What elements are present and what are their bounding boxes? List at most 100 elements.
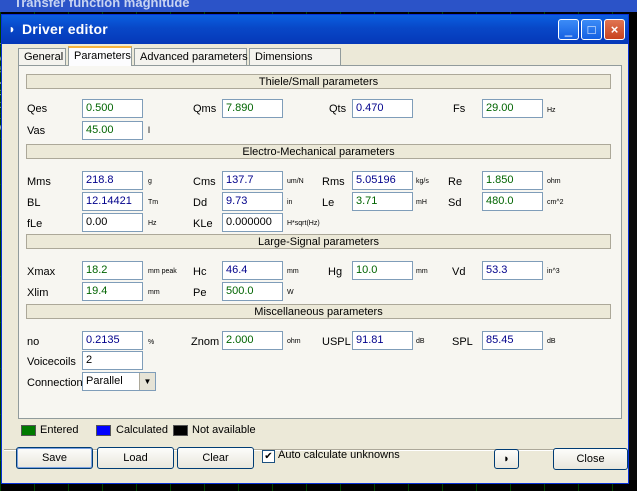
sd-field[interactable]: 480.0 — [482, 192, 543, 211]
tab-general[interactable]: General — [18, 48, 66, 65]
mms-unit: g — [148, 178, 152, 185]
dd-unit: in — [287, 199, 293, 206]
cms-unit: um/N — [287, 178, 304, 185]
sd-label: Sd — [448, 197, 462, 209]
uspl-label: USPL — [322, 336, 351, 348]
tab-advanced-parameters[interactable]: Advanced parameters — [134, 48, 248, 65]
qes-field[interactable]: 0.500 — [82, 99, 143, 118]
fle-unit: Hz — [148, 220, 157, 227]
calculated-legend-label: Calculated — [116, 424, 168, 436]
voicecoils-label: Voicecoils — [27, 356, 76, 368]
tab-dimensions[interactable]: Dimensions — [249, 48, 341, 65]
uspl-field[interactable]: 91.81 — [352, 331, 413, 350]
clear-button[interactable]: Clear — [177, 447, 254, 469]
not-available-color-swatch — [173, 425, 188, 436]
load-button[interactable]: Load — [97, 447, 174, 469]
save-button[interactable]: Save — [16, 447, 93, 469]
pe-field[interactable]: 500.0 — [222, 282, 283, 301]
bl-unit: Tm — [148, 199, 159, 206]
qms-label: Qms — [193, 103, 217, 115]
hc-unit: mm — [287, 268, 299, 275]
qts-field[interactable]: 0.470 — [352, 99, 413, 118]
vd-field[interactable]: 53.3 — [482, 261, 543, 280]
vas-label: Vas — [27, 125, 46, 137]
connection-select[interactable]: Parallel ▼ — [82, 372, 156, 391]
section-header-miscellaneous: Miscellaneous parameters — [26, 304, 611, 319]
kle-unit: H*sqrt(Hz) — [287, 220, 320, 227]
uspl-unit: dB — [416, 338, 425, 345]
speaker-icon: ◗ — [503, 453, 510, 465]
dd-field[interactable]: 9.73 — [222, 192, 283, 211]
hc-label: Hc — [193, 266, 207, 278]
kle-field[interactable]: 0.000000 — [222, 213, 283, 232]
re-field[interactable]: 1.850 — [482, 171, 543, 190]
voicecoils-field[interactable]: 2 — [82, 351, 143, 370]
bl-label: BL — [27, 197, 41, 209]
vas-field[interactable]: 45.00 — [82, 121, 143, 140]
close-window-button[interactable]: × — [604, 19, 625, 40]
connection-select-value: Parallel — [86, 375, 123, 387]
le-field[interactable]: 3.71 — [352, 192, 413, 211]
xlim-unit: mm — [148, 289, 160, 296]
hc-field[interactable]: 46.4 — [222, 261, 283, 280]
vd-unit: in^3 — [547, 268, 560, 275]
rms-field[interactable]: 5.05196 — [352, 171, 413, 190]
auto-calculate-checkbox[interactable]: ✔ — [262, 450, 275, 463]
znom-unit: ohm — [287, 338, 301, 345]
le-unit: mH — [416, 199, 427, 206]
pe-unit: W — [287, 289, 294, 296]
re-unit: ohm — [547, 178, 561, 185]
le-label: Le — [322, 197, 335, 209]
fle-field[interactable]: 0.00 — [82, 213, 143, 232]
auto-calculate-label: Auto calculate unknowns — [278, 449, 400, 461]
vas-unit: l — [148, 125, 150, 135]
xmax-label: Xmax — [27, 266, 56, 278]
minimize-button[interactable]: _ — [558, 19, 579, 40]
qms-field[interactable]: 7.890 — [222, 99, 283, 118]
qts-label: Qts — [329, 103, 347, 115]
bl-field[interactable]: 12.14421 — [82, 192, 143, 211]
background-window-title: Transfer function magnitude — [14, 0, 190, 10]
tab-parameters[interactable]: Parameters — [68, 46, 132, 66]
chevron-down-icon[interactable]: ▼ — [139, 373, 155, 390]
section-header-thiele-small: Thiele/Small parameters — [26, 74, 611, 89]
calculated-color-swatch — [96, 425, 111, 436]
no-label: no — [27, 336, 40, 348]
xlim-field[interactable]: 19.4 — [82, 282, 143, 301]
dd-label: Dd — [193, 197, 208, 209]
mms-label: Mms — [27, 176, 51, 188]
spl-unit: dB — [547, 338, 556, 345]
fs-field[interactable]: 29.00 — [482, 99, 543, 118]
cms-label: Cms — [193, 176, 216, 188]
no-unit: % — [148, 339, 155, 346]
xlim-label: Xlim — [27, 287, 49, 299]
parameters-panel: Thiele/Small parameters Qes 0.500 Qms 7.… — [18, 65, 622, 419]
znom-label: Znom — [191, 336, 220, 348]
maximize-button[interactable]: □ — [581, 19, 602, 40]
no-field[interactable]: 0.2135 — [82, 331, 143, 350]
znom-field[interactable]: 2.000 — [222, 331, 283, 350]
mms-field[interactable]: 218.8 — [82, 171, 143, 190]
titlebar[interactable]: ◗ Driver editor _ □ × — [2, 15, 628, 44]
hg-unit: mm — [416, 268, 428, 275]
re-label: Re — [448, 176, 463, 188]
xmax-field[interactable]: 18.2 — [82, 261, 143, 280]
pe-label: Pe — [193, 287, 207, 299]
sd-unit: cm^2 — [547, 199, 564, 206]
fs-unit: Hz — [547, 107, 556, 114]
driver-editor-window: ◗ Driver editor _ □ × General Parameters… — [1, 14, 629, 484]
entered-color-swatch — [21, 425, 36, 436]
not-available-legend-label: Not available — [192, 424, 256, 436]
hg-field[interactable]: 10.0 — [352, 261, 413, 280]
section-header-large-signal: Large-Signal parameters — [26, 234, 611, 249]
cms-field[interactable]: 137.7 — [222, 171, 283, 190]
window-title: Driver editor — [22, 21, 108, 37]
vd-label: Vd — [452, 266, 466, 278]
close-button[interactable]: Close — [553, 448, 628, 470]
fle-label: fLe — [27, 218, 43, 230]
spl-field[interactable]: 85.45 — [482, 331, 543, 350]
spl-label: SPL — [452, 336, 473, 348]
section-header-electro-mechanical: Electro-Mechanical parameters — [26, 144, 611, 159]
speaker-app-icon: ◗ — [8, 22, 16, 36]
speaker-icon-button[interactable]: ◗ — [494, 449, 519, 469]
